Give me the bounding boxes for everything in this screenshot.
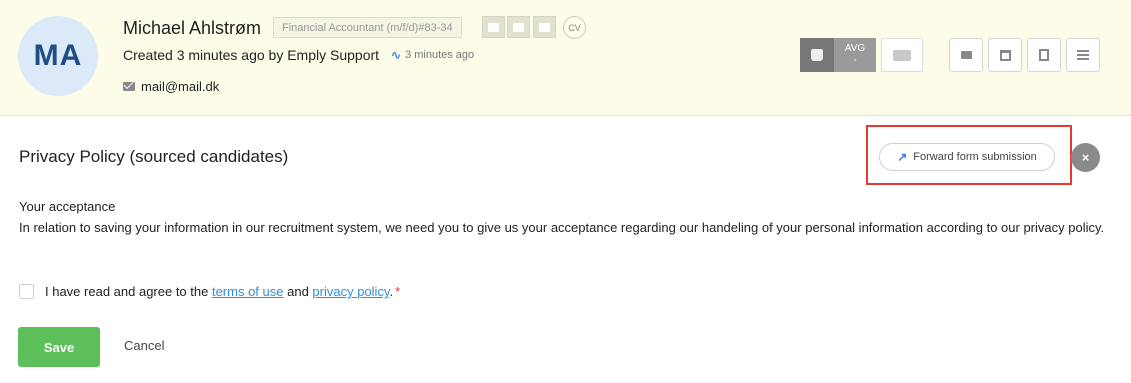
section-label: Your acceptance — [19, 199, 116, 214]
document-button[interactable] — [1027, 38, 1061, 72]
agree-prefix: I have read and agree to the — [45, 284, 212, 299]
section-text: In relation to saving your information i… — [19, 220, 1105, 235]
avg-label: AVG — [844, 43, 866, 54]
favorite-icon[interactable] — [482, 16, 505, 38]
activity-info: ∿ 3 minutes ago — [391, 48, 474, 62]
agree-checkbox[interactable] — [19, 284, 34, 299]
calendar-icon — [999, 49, 1011, 61]
comments-icon[interactable] — [881, 38, 923, 72]
forward-form-button[interactable]: ↗ Forward form submission — [879, 143, 1055, 171]
job-pill[interactable]: Financial Accountant (m/f/d)#83-34 — [273, 17, 462, 38]
document-icon — [1039, 49, 1049, 61]
mail-icon — [960, 51, 972, 59]
candidate-header: MA Michael Ahlstrøm Financial Accountant… — [0, 0, 1131, 116]
menu-icon — [1077, 50, 1089, 60]
save-button[interactable]: Save — [18, 327, 100, 367]
forward-icon: ↗ — [897, 150, 908, 164]
folder-icon[interactable] — [507, 16, 530, 38]
email-row: mail@mail.dk — [123, 79, 219, 94]
activity-icon: ∿ — [391, 48, 402, 62]
cv-button[interactable]: CV — [563, 16, 586, 39]
cancel-button[interactable]: Cancel — [124, 338, 164, 353]
agree-and: and — [283, 284, 313, 299]
agree-label: I have read and agree to the terms of us… — [45, 284, 400, 299]
menu-button[interactable] — [1066, 38, 1100, 72]
avg-rating[interactable]: AVG - — [834, 38, 876, 72]
form-title: Privacy Policy (sourced candidates) — [19, 147, 289, 166]
activity-time: 3 minutes ago — [405, 49, 475, 61]
required-mark: * — [395, 284, 401, 299]
avatar: MA — [18, 16, 98, 96]
send-mail-button[interactable] — [949, 38, 983, 72]
close-button[interactable]: × — [1071, 143, 1100, 172]
users-icon[interactable] — [533, 16, 556, 38]
forward-label: Forward form submission — [913, 151, 1037, 163]
mail-icon — [123, 82, 135, 91]
created-info: Created 3 minutes ago by Emply Support — [123, 47, 380, 63]
calendar-button[interactable] — [988, 38, 1022, 72]
agree-suffix: . — [389, 284, 394, 299]
candidate-name: Michael Ahlstrøm — [123, 18, 262, 38]
privacy-link[interactable]: privacy policy — [312, 284, 389, 299]
thumbs-up-icon[interactable] — [800, 38, 834, 72]
rating-group: AVG - — [800, 38, 876, 72]
terms-link[interactable]: terms of use — [212, 284, 284, 299]
email-text: mail@mail.dk — [141, 79, 220, 94]
avg-value: - — [853, 55, 857, 66]
